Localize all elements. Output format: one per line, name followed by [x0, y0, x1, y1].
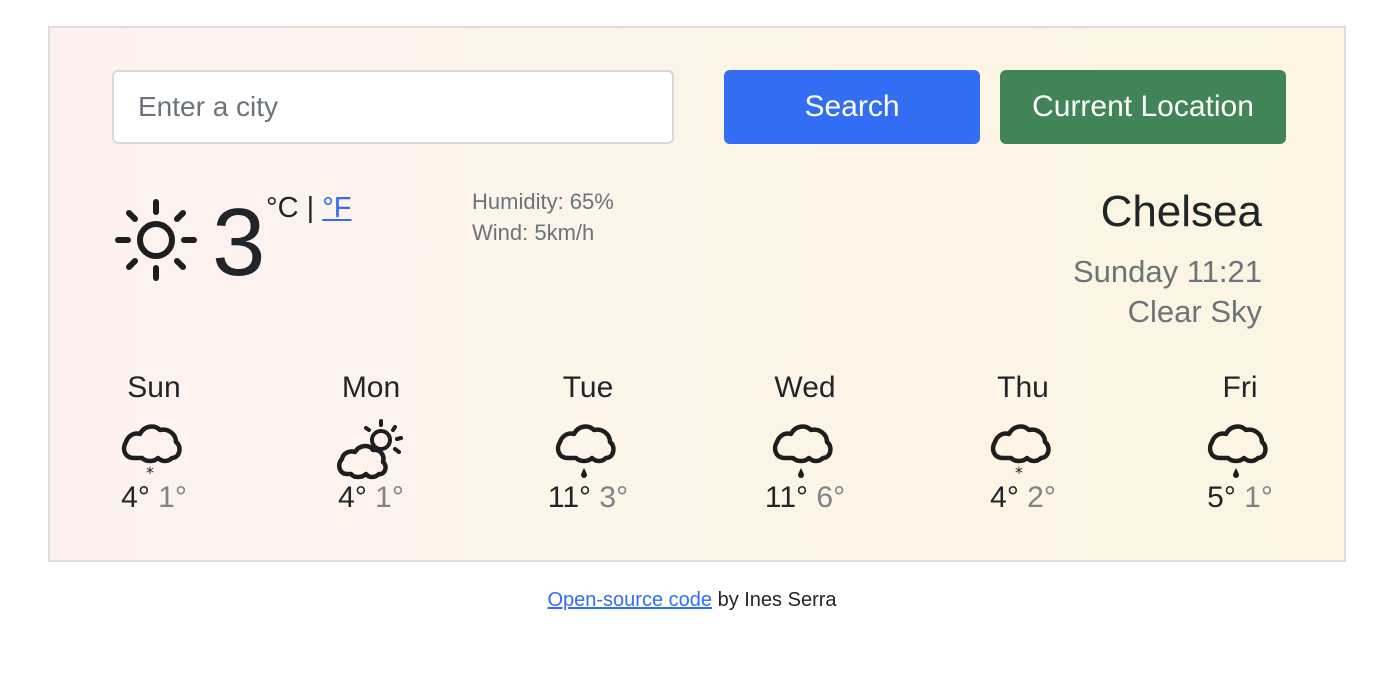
forecast-day: Sun * 4° 1°	[74, 368, 234, 516]
forecast-temps: 11° 6°	[725, 480, 885, 516]
humidity: Humidity: 65%	[472, 189, 614, 214]
max-temp: 11°	[764, 481, 809, 514]
footer: Open-source code by Ines Serra	[0, 586, 1384, 614]
open-source-link[interactable]: Open-source code	[547, 589, 712, 611]
forecast-day: Mon 4° 1°	[291, 368, 451, 516]
forecast-day: Wed 11° 6°	[725, 368, 885, 516]
min-temp: 1°	[375, 481, 404, 514]
forecast-temps: 4° 1°	[291, 480, 451, 516]
min-temp: 3°	[599, 481, 629, 514]
min-temp: 1°	[158, 481, 187, 514]
forecast-day-name: Tue	[562, 371, 614, 404]
forecast-day: Fri 5° 1°	[1160, 368, 1320, 516]
weather-details: Humidity: 65% Wind: 5km/h	[472, 186, 614, 248]
max-temp: 5°	[1207, 481, 1236, 514]
weather-card: Search Current Location 3 °C | °F Humidi…	[48, 26, 1346, 562]
unit-separator: |	[298, 192, 323, 224]
partly-cloudy-icon	[337, 419, 403, 480]
max-temp: 4°	[121, 481, 150, 514]
forecast-day-name: Mon	[341, 371, 401, 404]
cloud-snow-icon: *	[990, 424, 1051, 482]
forecast-day-name: Fri	[1222, 371, 1258, 404]
date-time: Sunday 11:21	[1072, 254, 1262, 289]
search-button[interactable]: Search	[724, 70, 980, 144]
forecast-day-name: Sun	[127, 371, 181, 404]
max-temp: 4°	[990, 481, 1019, 514]
author-credit: by Ines Serra	[712, 589, 837, 611]
min-temp: 6°	[816, 481, 846, 514]
max-temp: 4°	[338, 481, 367, 514]
unit-toggle: °C | °F	[266, 190, 352, 226]
cloud-rain-icon	[772, 424, 833, 478]
cloud-rain-icon	[555, 424, 616, 478]
min-temp: 2°	[1027, 481, 1056, 514]
wind: Wind: 5km/h	[472, 220, 595, 245]
current-location-button[interactable]: Current Location	[1000, 70, 1286, 144]
forecast-temps: 11° 3°	[508, 480, 668, 516]
current-temperature: 3	[212, 189, 266, 296]
min-temp: 1°	[1244, 481, 1273, 514]
forecast-temps: 4° 1°	[74, 480, 234, 516]
forecast-temps: 5° 1°	[1160, 480, 1320, 516]
forecast-day-name: Wed	[774, 371, 836, 404]
forecast-day: Thu * 4° 2°	[943, 368, 1103, 516]
city-search-input[interactable]	[112, 70, 674, 144]
sun-icon	[115, 199, 197, 281]
forecast: Sun * 4° 1° Mon 4° 1° Tue 11° 3° Wed 11°…	[50, 368, 1344, 538]
celsius-unit: °C	[266, 192, 299, 224]
forecast-temps: 4° 2°	[943, 480, 1103, 516]
weather-description: Clear Sky	[1127, 294, 1262, 329]
fahrenheit-link[interactable]: °F	[322, 192, 351, 224]
cloud-rain-icon	[1207, 424, 1268, 478]
cloud-snow-icon: *	[121, 424, 182, 482]
forecast-day-name: Thu	[997, 371, 1049, 404]
city-name: Chelsea	[1100, 187, 1262, 236]
max-temp: 11°	[547, 481, 592, 514]
forecast-day: Tue 11° 3°	[508, 368, 668, 516]
